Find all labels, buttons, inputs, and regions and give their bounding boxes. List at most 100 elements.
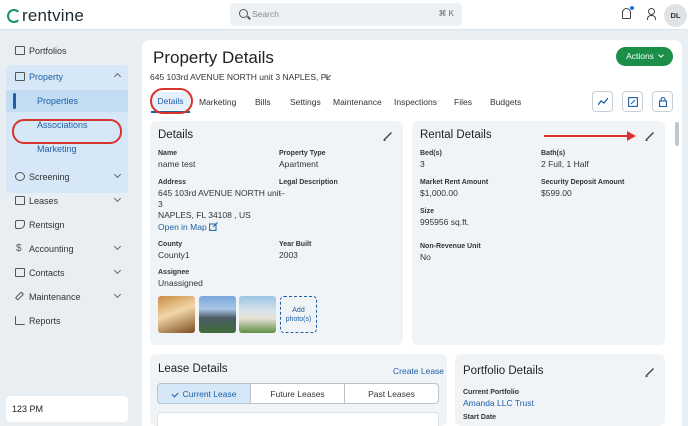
top-bar: rentvine Search ⌘ K DL — [0, 0, 688, 30]
field-label: Bed(s) — [420, 150, 442, 157]
field-label: Assignee — [158, 269, 190, 276]
sidebar-item-maintenance[interactable]: Maintenance — [6, 286, 128, 308]
field-value: Unassigned — [158, 278, 203, 288]
field-label: Market Rent Amount — [420, 179, 489, 186]
screening-icon — [15, 172, 25, 181]
page-title: Property Details — [153, 48, 274, 67]
main-content: Property Details 645 103rd AVENUE NORTH … — [142, 40, 682, 426]
lock-button[interactable] — [652, 91, 673, 112]
property-photo[interactable] — [199, 296, 236, 333]
field-label: Size — [420, 208, 435, 215]
trend-icon — [598, 97, 608, 106]
tab-past-leases[interactable]: Past Leases — [344, 383, 439, 404]
sidebar-item-property[interactable]: Property — [6, 66, 128, 88]
chevron-down-icon — [113, 194, 122, 203]
portfolio-details-title: Portfolio Details — [463, 365, 544, 377]
sidebar-item-reports[interactable]: Reports — [6, 310, 128, 332]
tab-maintenance[interactable]: Maintenance — [333, 97, 382, 107]
create-lease-link[interactable]: Create Lease — [393, 366, 444, 376]
edit-document-button[interactable] — [622, 91, 643, 112]
bell-icon[interactable] — [622, 6, 634, 19]
annotation-circle-details — [150, 88, 193, 114]
sidebar-sub-associations[interactable]: Associations — [6, 114, 128, 136]
sidebar-sub-properties[interactable]: Properties — [6, 90, 128, 112]
person-icon[interactable] — [647, 8, 656, 20]
field-label: Non-Revenue Unit — [420, 243, 481, 250]
field-value: 995956 sq.ft. — [420, 217, 470, 227]
details-title: Details — [158, 129, 194, 141]
tab-future-leases[interactable]: Future Leases — [250, 383, 345, 404]
notification-dot — [630, 6, 634, 10]
sidebar-item-screening[interactable]: Screening — [6, 166, 128, 188]
rental-details-title: Rental Details — [420, 129, 492, 141]
chevron-down-icon — [113, 170, 122, 179]
field-label: Bath(s) — [541, 150, 566, 157]
check-icon — [171, 389, 178, 397]
search-bar[interactable]: Search ⌘ K — [230, 3, 462, 26]
sidebar-sub-marketing[interactable]: Marketing — [6, 138, 128, 160]
search-placeholder: Search — [252, 9, 279, 19]
open-in-map-link[interactable]: Open in Map — [158, 222, 207, 232]
sidebar-item-rentsign[interactable]: Rentsign — [6, 214, 128, 236]
dollar-icon: $ — [16, 243, 22, 254]
field-label: Name — [158, 150, 178, 157]
wrench-icon — [14, 291, 25, 301]
field-label: Start Date — [463, 414, 497, 421]
field-value: 2 Full, 1 Half — [541, 159, 589, 169]
property-photo[interactable] — [239, 296, 276, 333]
field-label: Property Type — [279, 150, 326, 157]
tab-files[interactable]: Files — [454, 97, 472, 107]
tab-inspections[interactable]: Inspections — [394, 97, 437, 107]
document-edit-icon — [628, 97, 638, 107]
lease-content-area — [157, 412, 439, 426]
folder-icon — [15, 46, 25, 55]
tab-marketing[interactable]: Marketing — [199, 97, 236, 107]
active-indicator — [13, 93, 16, 109]
sidebar-item-leases[interactable]: Leases — [6, 190, 128, 212]
annotation-arrow-head — [627, 131, 636, 141]
external-link-icon[interactable] — [209, 222, 218, 231]
field-label: Legal Description — [279, 179, 338, 186]
lock-icon — [658, 97, 668, 107]
logo[interactable]: rentvine — [7, 6, 84, 26]
actions-button[interactable]: Actions — [616, 47, 673, 66]
sidebar-item-portfolios[interactable]: Portfolios — [6, 40, 128, 62]
search-shortcut: ⌘ K — [438, 9, 454, 18]
lease-details-title: Lease Details — [158, 363, 228, 375]
tab-bills[interactable]: Bills — [255, 97, 271, 107]
field-value: Apartment — [279, 159, 319, 169]
field-value: name test — [158, 159, 196, 169]
tab-current-lease[interactable]: Current Lease — [157, 383, 251, 404]
field-value: $1,000.00 — [420, 188, 458, 198]
field-label: Address — [158, 179, 187, 186]
field-label: Security Deposit Amount — [541, 179, 625, 186]
tab-settings[interactable]: Settings — [290, 97, 321, 107]
sidebar: Portfolios Property Properties Associati… — [0, 31, 137, 426]
address-line-3: NAPLES, FL 34108 , US — [158, 210, 251, 220]
pencil-icon[interactable] — [645, 131, 655, 141]
building-icon — [15, 72, 25, 81]
tab-budgets[interactable]: Budgets — [490, 97, 521, 107]
avatar[interactable]: DL — [664, 4, 687, 27]
chevron-down-icon — [113, 266, 122, 275]
add-photo-button[interactable]: Add photo(s) — [280, 296, 317, 333]
portfolio-link[interactable]: Amanda LLC Trust — [463, 398, 534, 408]
chevron-up-icon — [113, 72, 122, 81]
pencil-icon[interactable] — [645, 367, 655, 377]
property-address-selector[interactable]: 645 103rd AVENUE NORTH unit 3 NAPLES, FL — [150, 72, 331, 82]
trend-button[interactable] — [592, 91, 613, 112]
address-line-1: 645 103rd AVENUE NORTH unit — [158, 188, 281, 198]
scrollbar[interactable] — [675, 122, 679, 146]
logo-mark-icon — [7, 9, 21, 23]
address-line-2: 3 — [158, 199, 163, 209]
field-value: -- — [279, 188, 285, 198]
sidebar-item-accounting[interactable]: $ Accounting — [6, 238, 128, 260]
annotation-arrow — [544, 135, 629, 137]
property-photo[interactable] — [158, 296, 195, 333]
sidebar-item-contacts[interactable]: Contacts — [6, 262, 128, 284]
field-value: No — [420, 252, 431, 262]
pencil-icon[interactable] — [383, 131, 393, 141]
field-label: Year Built — [279, 241, 312, 248]
field-value: 3 — [420, 159, 425, 169]
chevron-down-icon — [658, 52, 664, 58]
